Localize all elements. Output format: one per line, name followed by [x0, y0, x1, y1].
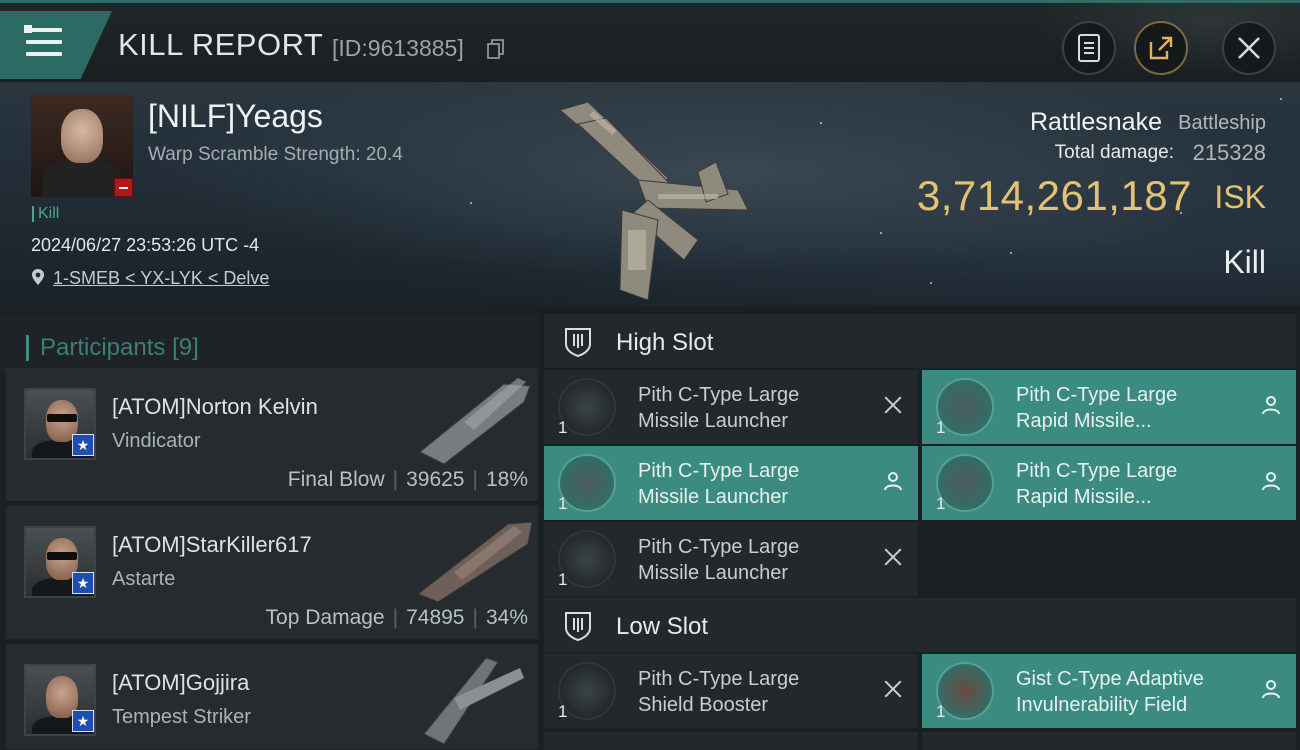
participant-stats: Top Damage | 74895 | 34%	[265, 606, 528, 629]
module-quantity: 1	[558, 494, 568, 513]
module-name: Pith C-Type Large Missile Launcher	[638, 536, 800, 584]
module-quantity: 1	[558, 418, 568, 437]
module-quantity: 1	[936, 702, 946, 721]
participant-damage: 39625	[406, 468, 465, 491]
kill-status: Kill	[1223, 244, 1266, 280]
total-damage-label: Total damage:	[1054, 142, 1174, 163]
high-slot-icon	[565, 328, 591, 358]
victim-ship-name[interactable]: Rattlesnake	[1030, 108, 1162, 137]
participant-percent: 34%	[485, 606, 528, 629]
module-quantity: 1	[558, 702, 568, 721]
victim-panel: [NILF]Yeags Warp Scramble Strength: 20.4…	[0, 82, 1300, 306]
close-button[interactable]	[1222, 21, 1276, 75]
share-icon	[1149, 36, 1173, 60]
module-item[interactable]: 1 Pith C-Type Large Rapid Missile...	[922, 370, 1296, 444]
module-name: Pith C-Type Large Missile Launcher	[638, 384, 800, 432]
dropped-person-icon	[1262, 472, 1280, 491]
header-accent	[26, 335, 29, 361]
participant-ship-image	[423, 657, 524, 744]
module-item-partial[interactable]	[544, 732, 918, 750]
participant-tag: Final Blow	[287, 468, 385, 491]
participants-header: Participants [9]	[0, 314, 540, 372]
total-damage-value: 215328	[1192, 140, 1266, 165]
high-slot-label: High Slot	[616, 329, 714, 356]
dropped-person-icon	[1262, 680, 1280, 699]
participant-name[interactable]: [ATOM]Norton Kelvin	[112, 394, 318, 420]
isk-value: 3,714,261,187	[916, 172, 1192, 219]
module-item-partial[interactable]	[922, 732, 1296, 750]
participant-damage: 74895	[406, 606, 465, 629]
participant-ship-image	[419, 378, 531, 465]
module-item[interactable]: 1 Gist C-Type Adaptive Invulnerability Fi…	[922, 654, 1296, 728]
module-name: Pith C-Type Large Rapid Missile...	[1016, 384, 1178, 432]
destroyed-icon	[882, 678, 904, 700]
participant-row[interactable]: ★ [ATOM]Gojjira Tempest Striker	[6, 644, 538, 750]
copy-icon[interactable]	[487, 39, 505, 59]
page-title: KILL REPORT	[118, 27, 324, 62]
report-id: [ID:9613885]	[332, 35, 464, 61]
module-item[interactable]: 1 Pith C-Type Large Missile Launcher	[544, 446, 918, 520]
participant-ship: Astarte	[112, 568, 176, 590]
top-bar: KILL REPORT [ID:9613885]	[0, 0, 1300, 85]
kill-tag: Kill	[32, 206, 59, 222]
module-item[interactable]: 1 Pith C-Type Large Rapid Missile...	[922, 446, 1296, 520]
report-icon	[1078, 34, 1100, 62]
menu-button[interactable]	[0, 11, 112, 79]
low-slot-icon	[565, 612, 591, 642]
module-quantity: 1	[936, 418, 946, 437]
module-name: Pith C-Type Large Rapid Missile...	[1016, 460, 1178, 508]
dropped-person-icon	[884, 472, 902, 491]
participant-ship-image	[417, 521, 533, 603]
kill-datetime: 2024/06/27 23:53:26 UTC -4	[31, 235, 260, 255]
module-name: Pith C-Type Large Shield Booster	[638, 668, 800, 716]
destroyed-icon	[882, 394, 904, 416]
module-item[interactable]: 1 Pith C-Type Large Shield Booster	[544, 654, 918, 728]
module-item[interactable]: 1 Pith C-Type Large Missile Launcher	[544, 370, 918, 444]
high-slot-header: High Slot	[544, 314, 1296, 368]
close-icon	[1238, 37, 1260, 59]
warp-scramble-strength: Warp Scramble Strength: 20.4	[148, 144, 403, 165]
module-name: Gist C-Type Adaptive Invulnerability Fiel…	[1016, 668, 1204, 716]
participants-panel: Participants [9] ★ [ATOM]Norton Kelvin V…	[0, 306, 540, 750]
low-slot-header: Low Slot	[544, 598, 1296, 652]
module-quantity: 1	[558, 570, 568, 589]
star-badge-icon: ★	[72, 710, 94, 732]
star-badge-icon: ★	[72, 434, 94, 456]
menu-icon	[24, 25, 62, 58]
victim-ship-class: Battleship	[1178, 112, 1266, 134]
participants-label: Participants	[40, 334, 166, 361]
module-item[interactable]: 1 Pith C-Type Large Missile Launcher	[544, 522, 918, 596]
hostile-standing-icon	[114, 178, 133, 197]
participants-title: Participants [9]	[40, 334, 199, 362]
destroyed-icon	[882, 546, 904, 568]
participant-ship: Vindicator	[112, 430, 201, 452]
participant-name[interactable]: [ATOM]StarKiller617	[112, 532, 312, 558]
report-button[interactable]	[1062, 21, 1116, 75]
participant-row[interactable]: ★ [ATOM]StarKiller617 Astarte Top Damage…	[6, 506, 538, 640]
location-pin-icon	[32, 269, 44, 285]
participant-ship: Tempest Striker	[112, 706, 251, 728]
share-button[interactable]	[1134, 21, 1188, 75]
participant-tag: Top Damage	[265, 606, 385, 629]
isk-unit: ISK	[1214, 179, 1266, 215]
kill-location-link[interactable]: 1-SMEB < YX-LYK < Delve	[53, 268, 269, 289]
module-quantity: 1	[936, 494, 946, 513]
victim-ship-image	[558, 101, 749, 301]
victim-pilot-name[interactable]: [NILF]Yeags	[148, 98, 323, 135]
low-slot-label: Low Slot	[616, 613, 709, 640]
dropped-person-icon	[1262, 396, 1280, 415]
participant-stats: Final Blow | 39625 | 18%	[287, 468, 528, 491]
participant-row[interactable]: ★ [ATOM]Norton Kelvin Vindicator Final B…	[6, 368, 538, 502]
participants-count: [9]	[172, 334, 199, 361]
fitting-panel: High Slot 1 Pith C-Type Large Missile Lau…	[540, 306, 1300, 750]
module-name: Pith C-Type Large Missile Launcher	[638, 460, 800, 508]
participant-percent: 18%	[485, 468, 528, 491]
participant-name[interactable]: [ATOM]Gojjira	[112, 670, 249, 696]
star-badge-icon: ★	[72, 572, 94, 594]
